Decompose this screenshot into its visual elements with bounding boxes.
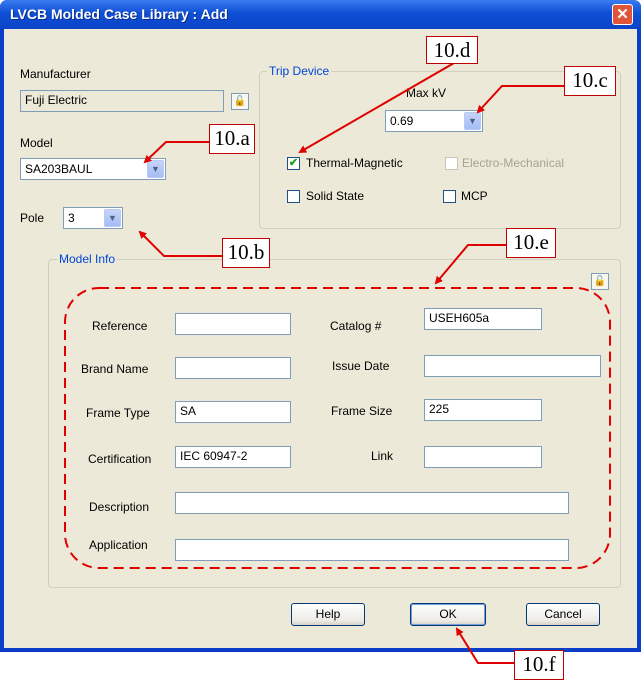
- annotation-10a: 10.a: [209, 124, 255, 154]
- mcp-checkbox[interactable]: [443, 190, 456, 203]
- frame-size-label: Frame Size: [331, 404, 393, 418]
- cancel-button[interactable]: Cancel: [526, 603, 600, 626]
- solid-state-label: Solid State: [306, 189, 365, 203]
- frame-size-input[interactable]: 225: [424, 399, 542, 421]
- frame-type-label: Frame Type: [86, 406, 150, 420]
- lock-icon: 🔓: [593, 276, 607, 287]
- ok-button[interactable]: OK: [410, 603, 486, 626]
- trip-device-title: Trip Device: [267, 64, 332, 78]
- model-value: SA203BAUL: [25, 162, 93, 176]
- model-info-title: Model Info: [57, 252, 118, 266]
- catalog-input[interactable]: USEH605a: [424, 308, 542, 330]
- chevron-down-icon[interactable]: ▼: [104, 209, 121, 227]
- pole-value: 3: [68, 211, 75, 225]
- issue-date-label: Issue Date: [332, 359, 390, 373]
- model-label: Model: [20, 136, 53, 150]
- title-bar[interactable]: LVCB Molded Case Library : Add ✕: [0, 0, 641, 29]
- description-label: Description: [89, 500, 150, 514]
- max-kv-label: Max kV: [406, 86, 447, 100]
- annotation-10d: 10.d: [426, 36, 478, 64]
- application-label: Application: [89, 538, 148, 552]
- window-title: LVCB Molded Case Library : Add: [10, 6, 228, 22]
- frame-type-input[interactable]: SA: [175, 401, 291, 423]
- pole-dropdown[interactable]: 3 ▼: [63, 207, 123, 229]
- issue-date-input[interactable]: [424, 355, 601, 377]
- lock-icon: 🔓: [233, 96, 247, 107]
- pole-label: Pole: [20, 211, 45, 225]
- manufacturer-field: Fuji Electric: [20, 90, 224, 112]
- link-label: Link: [371, 449, 394, 463]
- model-info-lock-button[interactable]: 🔓: [591, 273, 609, 290]
- annotation-10f: 10.f: [514, 650, 564, 680]
- electro-mechanical-label: Electro-Mechanical: [462, 156, 565, 170]
- chevron-down-icon[interactable]: ▼: [147, 160, 164, 178]
- close-button[interactable]: ✕: [612, 4, 633, 25]
- checkmark-icon: ✔: [288, 157, 299, 169]
- close-icon: ✕: [616, 6, 629, 23]
- help-button[interactable]: Help: [291, 603, 365, 626]
- thermal-magnetic-label: Thermal-Magnetic: [306, 156, 403, 170]
- certification-input[interactable]: IEC 60947-2: [175, 446, 291, 468]
- manufacturer-label: Manufacturer: [20, 67, 91, 81]
- catalog-label: Catalog #: [330, 319, 382, 333]
- solid-state-checkbox[interactable]: [287, 190, 300, 203]
- certification-label: Certification: [88, 452, 152, 466]
- max-kv-value: 0.69: [390, 114, 414, 128]
- application-input[interactable]: [175, 539, 569, 561]
- thermal-magnetic-checkbox[interactable]: ✔: [287, 157, 300, 170]
- annotation-10c: 10.c: [564, 66, 616, 96]
- annotation-10e: 10.e: [506, 228, 556, 258]
- description-input[interactable]: [175, 492, 569, 514]
- brand-name-input[interactable]: [175, 357, 291, 379]
- brand-name-label: Brand Name: [81, 362, 149, 376]
- mcp-label: MCP: [461, 189, 488, 203]
- reference-label: Reference: [92, 319, 148, 333]
- max-kv-dropdown[interactable]: 0.69 ▼: [385, 110, 483, 132]
- manufacturer-lock-button[interactable]: 🔓: [231, 93, 249, 110]
- chevron-down-icon[interactable]: ▼: [464, 112, 481, 130]
- link-input[interactable]: [424, 446, 542, 468]
- model-dropdown[interactable]: SA203BAUL ▼: [20, 158, 166, 180]
- reference-input[interactable]: [175, 313, 291, 335]
- electro-mechanical-checkbox: [445, 157, 458, 170]
- annotation-10b: 10.b: [222, 238, 270, 268]
